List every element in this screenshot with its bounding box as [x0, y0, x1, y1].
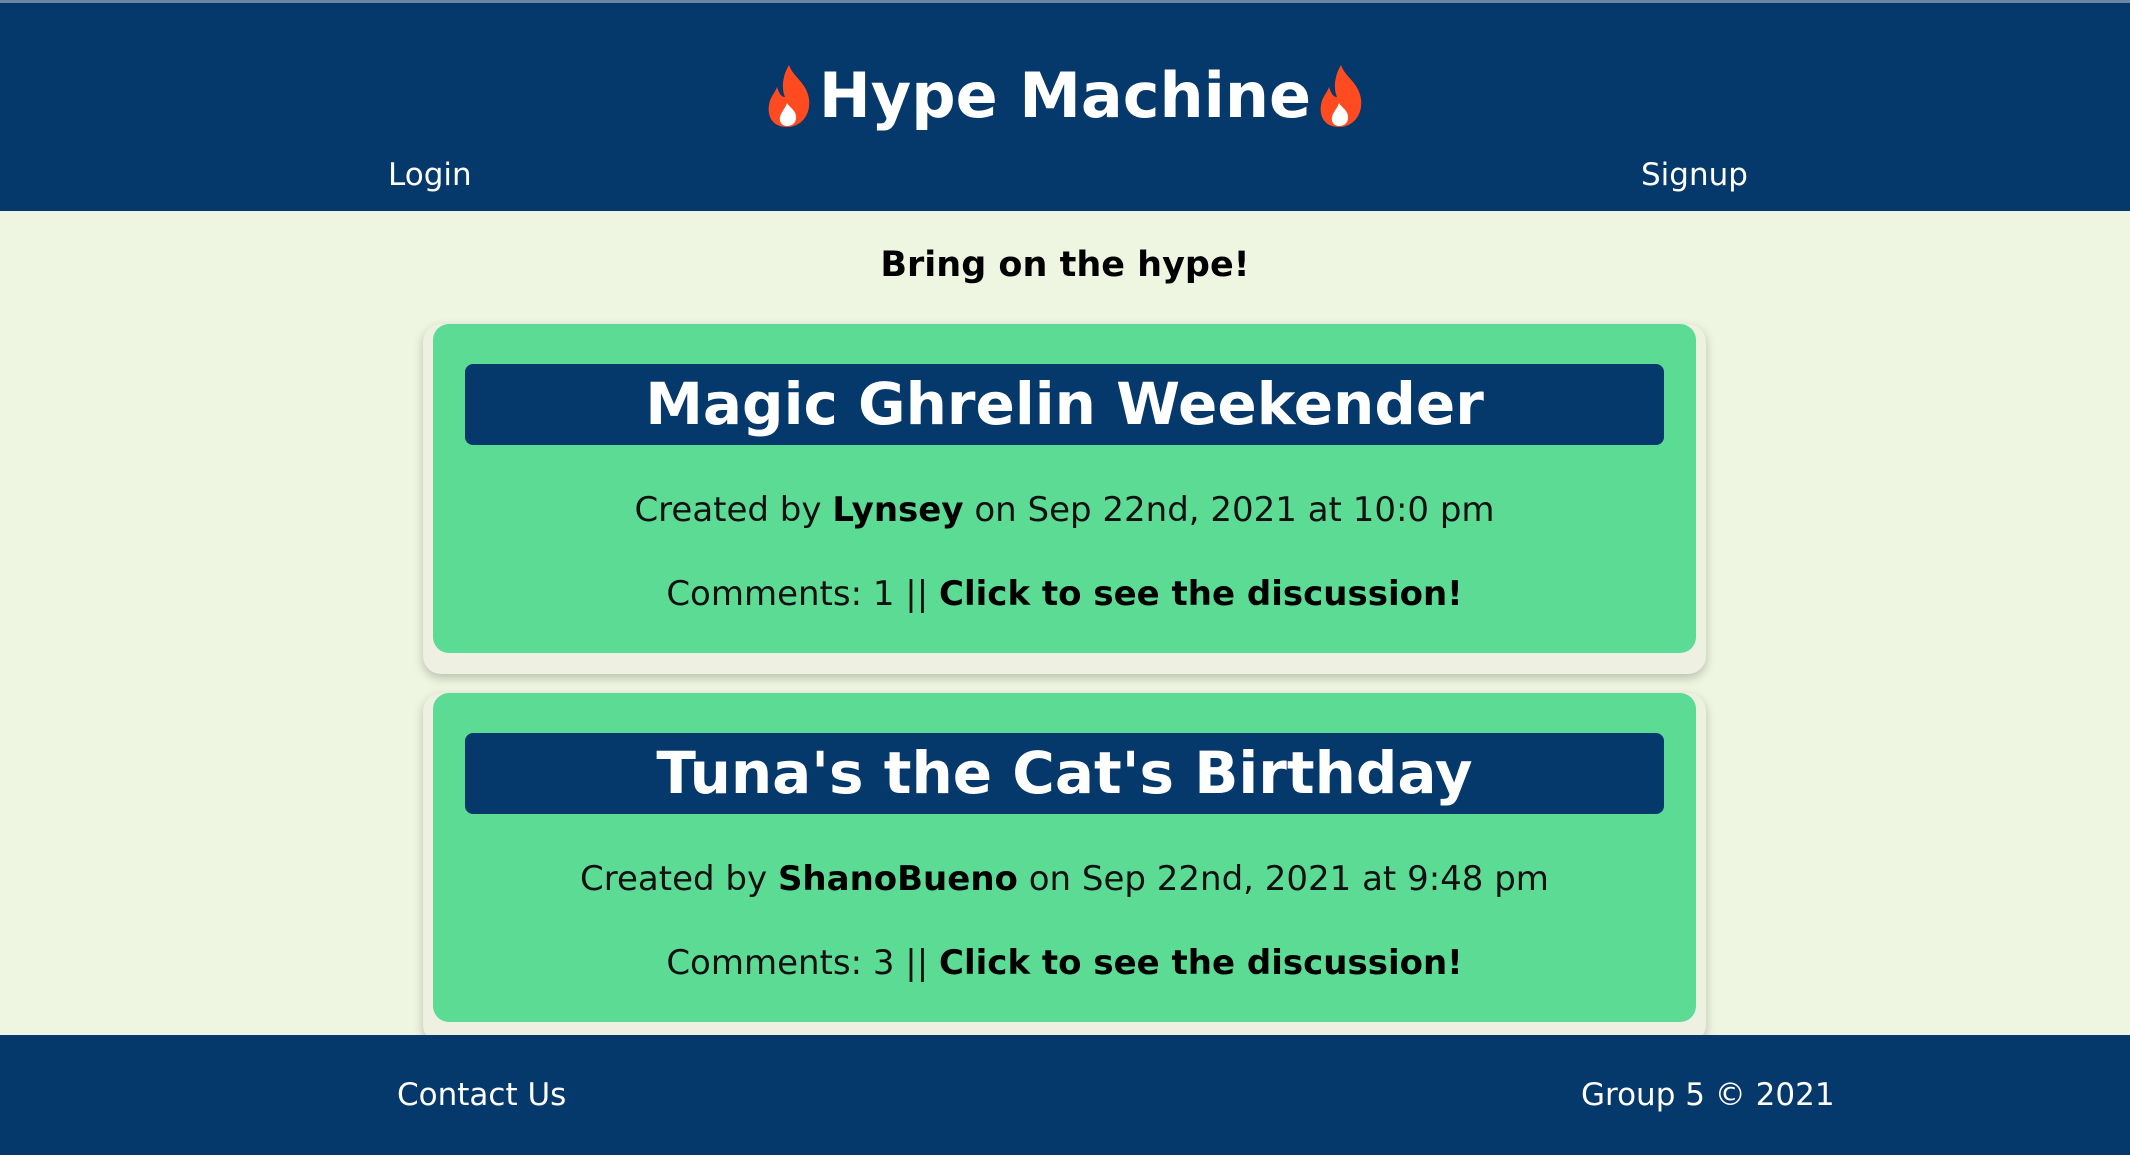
post-card: Tuna's the Cat's Birthday Created by Sha… [423, 693, 1706, 1043]
post-meta: Created by Lynsey on Sep 22nd, 2021 at 1… [433, 486, 1696, 534]
discussion-link[interactable]: Click to see the discussion! [939, 574, 1463, 614]
login-link[interactable]: Login [388, 153, 472, 197]
post-title[interactable]: Magic Ghrelin Weekender [465, 364, 1664, 445]
comment-count: Comments: 1 || [666, 574, 929, 614]
discussion-link[interactable]: Click to see the discussion! [939, 943, 1463, 983]
fire-icon [768, 65, 810, 127]
post-date: on Sep 22nd, 2021 at 10:0 pm [974, 490, 1495, 530]
post-author: Lynsey [832, 490, 964, 530]
post-card-body: Magic Ghrelin Weekender Created by Lynse… [433, 324, 1696, 653]
post-author: ShanoBueno [777, 859, 1018, 899]
post-comments: Comments: 1 || Click to see the discussi… [433, 570, 1696, 618]
site-footer: Contact Us Group 5 © 2021 [0, 1035, 2130, 1155]
post-date: on Sep 22nd, 2021 at 9:48 pm [1028, 859, 1549, 899]
post-card: Magic Ghrelin Weekender Created by Lynse… [423, 324, 1706, 674]
post-meta: Created by ShanoBueno on Sep 22nd, 2021 … [433, 855, 1696, 903]
contact-us-link[interactable]: Contact Us [397, 1073, 566, 1117]
post-card-body: Tuna's the Cat's Birthday Created by Sha… [433, 693, 1696, 1022]
post-comments: Comments: 3 || Click to see the discussi… [433, 939, 1696, 987]
copyright-text: Group 5 © 2021 [1581, 1077, 1835, 1113]
site-title: Hype Machine [0, 51, 2130, 141]
site-title-text: Hype Machine [818, 59, 1312, 132]
page-tagline: Bring on the hype! [880, 245, 1250, 285]
created-prefix: Created by [634, 490, 822, 530]
fire-icon [1320, 65, 1362, 127]
page: Hype Machine Login Signup Bring on the h… [0, 0, 2130, 1155]
created-prefix: Created by [580, 859, 768, 899]
comment-count: Comments: 3 || [666, 943, 929, 983]
site-header: Hype Machine Login Signup [0, 0, 2130, 211]
signup-link[interactable]: Signup [1641, 153, 1748, 197]
post-title[interactable]: Tuna's the Cat's Birthday [465, 733, 1664, 814]
